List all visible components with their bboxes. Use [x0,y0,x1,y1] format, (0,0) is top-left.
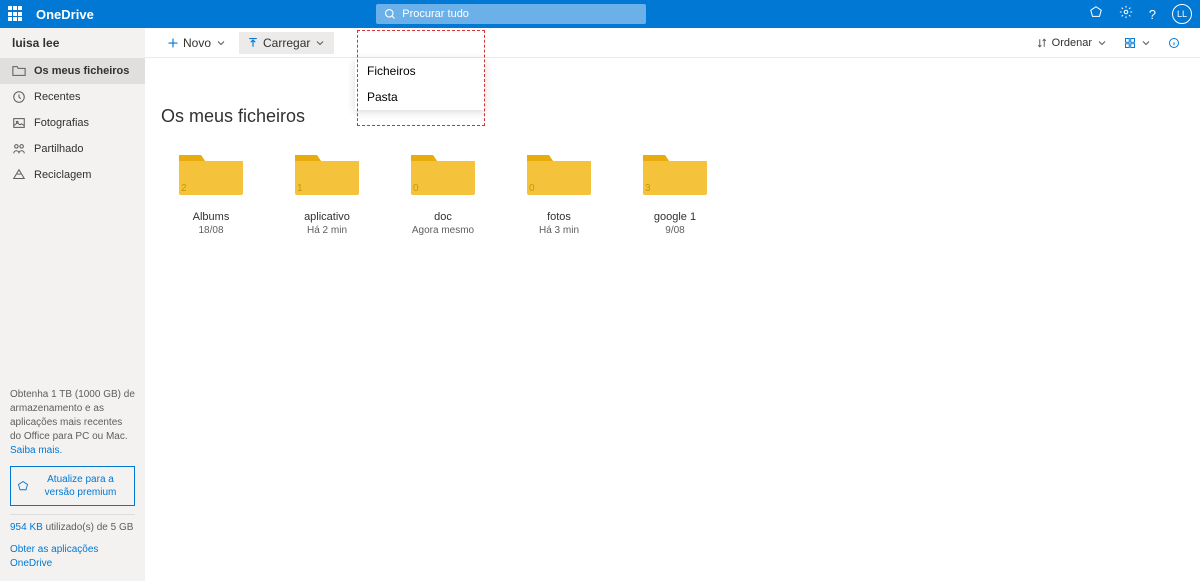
folder-tile[interactable]: 3 google 1 9/08 [639,147,711,236]
command-bar: Novo Carregar Ordenar [145,28,1200,58]
new-button[interactable]: Novo [159,32,235,54]
sidebar-nav: Os meus ficheiros Recentes Fotografias P… [0,58,145,378]
upload-button[interactable]: Carregar [239,32,334,54]
avatar[interactable]: LL [1172,4,1192,24]
folder-date: Agora mesmo [407,225,479,236]
upload-icon [247,37,259,49]
folder-tile[interactable]: 0 fotos Há 3 min [523,147,595,236]
info-icon [1168,37,1180,49]
premium-button[interactable]: Atualize para a versão premium [10,466,135,506]
upload-dropdown: Ficheiros Pasta [355,58,485,110]
dropdown-item-files[interactable]: Ficheiros [355,58,485,84]
sidebar-item-label: Partilhado [34,143,84,155]
dropdown-item-folder[interactable]: Pasta [355,84,485,110]
trash-icon [12,168,26,182]
storage-usage: 954 KB utilizado(s) de 5 GB [10,521,135,535]
sidebar-item-label: Recentes [34,91,80,103]
gear-icon[interactable] [1119,5,1133,24]
chevron-down-icon [314,37,326,49]
app-launcher-icon[interactable] [8,6,24,22]
view-button[interactable] [1118,33,1158,53]
usage-link[interactable]: 954 KB [10,522,43,533]
learn-more-link[interactable]: Saiba mais. [10,445,62,456]
clock-icon [12,90,26,104]
folder-name: Albums [175,211,247,223]
folder-icon: 0 [407,147,479,197]
sort-icon [1036,37,1048,49]
sidebar-item-label: Reciclagem [34,169,91,181]
header-right: ? LL [1089,4,1192,24]
folder-name: google 1 [639,211,711,223]
sidebar-item-label: Fotografias [34,117,89,129]
folder-date: Há 3 min [523,225,595,236]
folder-tile[interactable]: 1 aplicativo Há 2 min [291,147,363,236]
get-apps-link[interactable]: Obter as aplicações OneDrive [10,544,98,569]
folder-icon: 3 [639,147,711,197]
folder-count: 1 [297,183,303,194]
folder-grid: 2 Albums 18/08 1 aplicativo Há 2 min 0 d… [161,147,1184,236]
sidebar-item-recycle[interactable]: Reciclagem [0,162,145,188]
folder-count: 0 [529,183,535,194]
folder-name: aplicativo [291,211,363,223]
chevron-down-icon [215,37,227,49]
app-header: OneDrive Procurar tudo ? LL [0,0,1200,28]
sidebar-user: luisa lee [0,28,145,58]
photo-icon [12,116,26,130]
sort-button[interactable]: Ordenar [1030,33,1114,53]
page-title: Os meus ficheiros [161,106,1184,127]
sidebar-item-myfiles[interactable]: Os meus ficheiros [0,58,145,84]
folder-icon [12,64,26,78]
folder-count: 3 [645,183,651,194]
sidebar: luisa lee Os meus ficheiros Recentes Fot… [0,28,145,581]
folder-count: 2 [181,183,187,194]
folder-icon: 0 [523,147,595,197]
chevron-down-icon [1096,37,1108,49]
folder-icon: 2 [175,147,247,197]
folder-tile[interactable]: 2 Albums 18/08 [175,147,247,236]
premium-icon[interactable] [1089,5,1103,24]
plus-icon [167,37,179,49]
brand-label: OneDrive [36,7,94,22]
diamond-icon [17,480,29,492]
folder-name: doc [407,211,479,223]
search-input[interactable]: Procurar tudo [376,4,646,24]
sidebar-item-recent[interactable]: Recentes [0,84,145,110]
search-icon [384,8,396,20]
folder-icon: 1 [291,147,363,197]
sidebar-item-photos[interactable]: Fotografias [0,110,145,136]
promo-text: Obtenha 1 TB (1000 GB) de armazenamento … [10,388,135,444]
page-body: Os meus ficheiros 2 Albums 18/08 1 aplic… [145,58,1200,252]
content-area: Novo Carregar Ordenar [145,28,1200,581]
sidebar-item-shared[interactable]: Partilhado [0,136,145,162]
sidebar-bottom: Obtenha 1 TB (1000 GB) de armazenamento … [0,378,145,581]
info-button[interactable] [1162,33,1186,53]
chevron-down-icon [1140,37,1152,49]
grid-view-icon [1124,37,1136,49]
folder-date: 9/08 [639,225,711,236]
sidebar-item-label: Os meus ficheiros [34,65,129,77]
folder-date: 18/08 [175,225,247,236]
search-placeholder: Procurar tudo [402,8,469,20]
help-icon[interactable]: ? [1149,7,1156,22]
folder-count: 0 [413,183,419,194]
folder-tile[interactable]: 0 doc Agora mesmo [407,147,479,236]
share-icon [12,142,26,156]
folder-date: Há 2 min [291,225,363,236]
folder-name: fotos [523,211,595,223]
